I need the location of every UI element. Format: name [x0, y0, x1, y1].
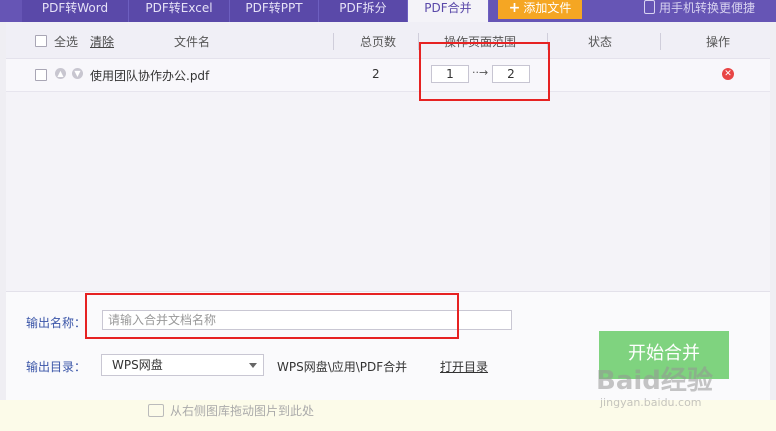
select-all-label: 全选 — [54, 35, 79, 49]
chevron-down-icon — [249, 363, 257, 368]
output-dir-selected: WPS网盘 — [112, 358, 163, 372]
phone-hint-text: 用手机转换更便捷 — [659, 1, 756, 15]
move-down-icon[interactable]: ▼ — [72, 68, 83, 79]
delete-icon[interactable]: ✕ — [722, 68, 734, 80]
plus-icon: + — [508, 0, 521, 16]
select-all-checkbox[interactable] — [35, 35, 47, 47]
phone-convert-link[interactable]: 用手机转换更便捷 — [644, 0, 755, 18]
tab-pdf-to-ppt[interactable]: PDF转PPT — [230, 0, 319, 22]
row-total-pages: 2 — [372, 67, 380, 81]
tab-bar: PDF转Word PDF转Excel PDF转PPT PDF拆分 PDF合并 +… — [0, 0, 776, 22]
tab-pdf-merge[interactable]: PDF合并 — [408, 0, 489, 22]
column-divider — [660, 33, 661, 50]
open-directory-link[interactable]: 打开目录 — [440, 358, 488, 375]
status-header: 状态 — [588, 35, 613, 49]
actions-header: 操作 — [706, 35, 731, 49]
row-checkbox[interactable] — [35, 69, 47, 81]
tab-pdf-split[interactable]: PDF拆分 — [319, 0, 408, 22]
drop-hint-text: 从右侧图库拖动图片到此处 — [170, 404, 315, 418]
total-pages-header: 总页数 — [360, 35, 397, 49]
add-file-button[interactable]: + 添加文件 — [498, 0, 582, 19]
page-range-highlight — [419, 42, 550, 101]
add-file-label: 添加文件 — [523, 1, 572, 15]
image-icon — [148, 404, 164, 417]
watermark-url: jingyan.baidu.com — [600, 396, 702, 409]
column-divider — [333, 33, 334, 50]
filename-header: 文件名 — [174, 35, 211, 49]
phone-icon — [644, 0, 655, 14]
tab-pdf-to-excel[interactable]: PDF转Excel — [129, 0, 230, 22]
output-dir-label: 输出目录： — [26, 360, 87, 374]
row-filename: 使用团队协作办公.pdf — [90, 69, 210, 83]
clear-link[interactable]: 清除 — [90, 33, 114, 50]
output-name-label: 输出名称： — [26, 316, 87, 330]
move-up-icon[interactable]: ▲ — [55, 68, 66, 79]
table-row: ▲ ▼ 使用团队协作办公.pdf 2 1 ··→ 2 ✕ — [6, 59, 770, 92]
tab-pdf-to-word[interactable]: PDF转Word — [22, 0, 129, 22]
output-name-highlight — [85, 293, 459, 339]
output-dir-path: WPS网盘\应用\PDF合并 — [277, 360, 408, 374]
watermark-logo: Baid经验 — [596, 366, 713, 396]
output-dir-select[interactable]: WPS网盘 — [101, 354, 264, 376]
drop-hint: 从右侧图库拖动图片到此处 — [148, 402, 314, 419]
table-header: 全选 清除 文件名 总页数 操作页面范围 状态 操作 — [6, 22, 770, 59]
